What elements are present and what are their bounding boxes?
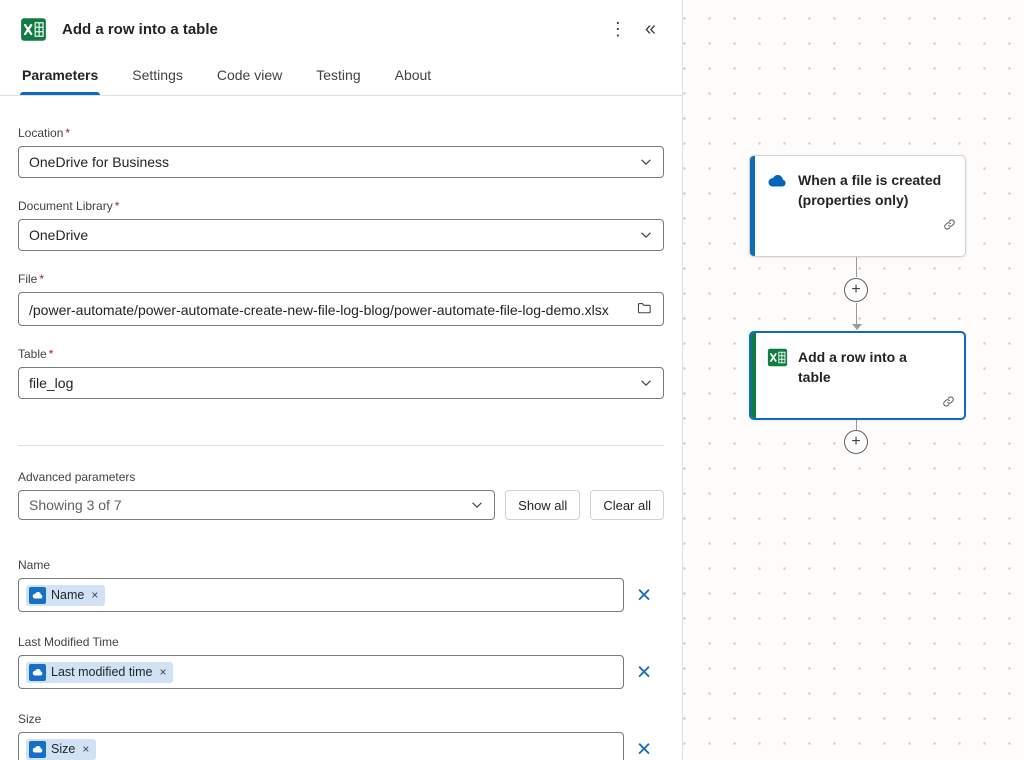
flow-canvas: When a file is created (properties only)…	[683, 0, 1024, 760]
field-file: File * /power-automate/power-automate-cre…	[18, 272, 664, 326]
advanced-parameters-dropdown[interactable]: Showing 3 of 7	[18, 490, 496, 520]
parameters-form: Location * OneDrive for Business Document…	[0, 96, 682, 760]
file-label: File	[18, 272, 38, 286]
action-config-panel: Add a row into a table ⋮ « Parameters Se…	[0, 0, 683, 760]
advanced-parameters-value: Showing 3 of 7	[29, 496, 122, 513]
name-token[interactable]: Name ×	[26, 584, 106, 606]
last-modified-time-input[interactable]: Last modified time ×	[18, 655, 624, 689]
required-mark: *	[65, 126, 71, 140]
tab-parameters[interactable]: Parameters	[20, 59, 101, 95]
remove-name-field-icon[interactable]: ×	[624, 582, 664, 608]
chevron-down-icon	[470, 498, 484, 512]
advanced-parameters-section: Advanced parameters Showing 3 of 7 Show …	[18, 470, 664, 520]
size-input[interactable]: Size ×	[18, 732, 624, 760]
show-all-button[interactable]: Show all	[505, 490, 581, 520]
chevron-down-icon	[639, 155, 653, 169]
action-card-title: Add a row into a table	[798, 349, 907, 386]
insert-step-button[interactable]: +	[844, 278, 868, 302]
dynamic-fields: Name Name × × Last Modified Time Last mo…	[18, 558, 664, 760]
more-options-icon[interactable]: ⋮	[601, 17, 635, 42]
field-last-modified-time: Last Modified Time Last modified time ×	[18, 635, 664, 689]
plus-icon: +	[851, 433, 861, 450]
trigger-accent-bar	[750, 156, 755, 256]
collapse-panel-icon[interactable]: «	[635, 16, 662, 43]
required-mark: *	[114, 199, 120, 213]
link-icon[interactable]	[941, 394, 956, 414]
name-input[interactable]: Name ×	[18, 578, 624, 612]
advanced-parameters-label: Advanced parameters	[18, 470, 136, 484]
trigger-card-title: When a file is created (properties only)	[798, 172, 942, 209]
document-library-label: Document Library	[18, 199, 113, 213]
last-modified-time-label: Last Modified Time	[18, 635, 119, 649]
table-value: file_log	[29, 374, 74, 391]
size-token-label: Size	[51, 742, 76, 756]
name-label: Name	[18, 558, 51, 572]
field-name: Name Name × ×	[18, 558, 664, 612]
tab-code-view[interactable]: Code view	[215, 59, 284, 95]
token-dismiss-icon[interactable]: ×	[91, 588, 98, 602]
tab-settings[interactable]: Settings	[130, 59, 185, 95]
remove-size-field-icon[interactable]: ×	[624, 736, 664, 760]
remove-last-modified-time-field-icon[interactable]: ×	[624, 659, 664, 685]
tab-bar: Parameters Settings Code view Testing Ab…	[0, 53, 682, 96]
document-library-value: OneDrive	[29, 226, 89, 243]
excel-icon	[767, 347, 788, 388]
field-size: Size Size × ×	[18, 712, 664, 760]
required-mark: *	[48, 347, 54, 361]
file-input[interactable]: /power-automate/power-automate-create-ne…	[18, 292, 664, 326]
size-token[interactable]: Size ×	[26, 738, 97, 760]
name-token-label: Name	[51, 588, 85, 602]
panel-title: Add a row into a table	[62, 21, 218, 38]
field-location: Location * OneDrive for Business	[18, 126, 664, 178]
chevron-down-icon	[639, 228, 653, 242]
onedrive-icon	[766, 170, 788, 211]
tab-about[interactable]: About	[393, 59, 434, 95]
tab-testing[interactable]: Testing	[314, 59, 362, 95]
add-step-button[interactable]: +	[844, 430, 868, 454]
required-mark: *	[39, 272, 45, 286]
plus-icon: +	[851, 281, 861, 298]
location-dropdown[interactable]: OneDrive for Business	[18, 146, 664, 178]
onedrive-icon	[29, 586, 46, 604]
clear-all-button[interactable]: Clear all	[590, 490, 664, 520]
folder-picker-icon[interactable]	[636, 300, 653, 317]
panel-header: Add a row into a table ⋮ «	[0, 0, 682, 53]
last-modified-time-token-label: Last modified time	[51, 665, 153, 679]
section-divider	[18, 445, 664, 446]
document-library-dropdown[interactable]: OneDrive	[18, 219, 664, 251]
table-dropdown[interactable]: file_log	[18, 367, 664, 399]
onedrive-icon	[29, 740, 46, 758]
power-automate-editor: Add a row into a table ⋮ « Parameters Se…	[0, 0, 1024, 760]
excel-icon	[20, 16, 47, 43]
location-label: Location	[18, 126, 64, 140]
trigger-card[interactable]: When a file is created (properties only)	[749, 155, 966, 257]
connector-line	[856, 303, 857, 324]
location-value: OneDrive for Business	[29, 153, 170, 170]
action-card[interactable]: Add a row into a table	[749, 331, 966, 420]
connector-line	[856, 420, 857, 430]
chevron-down-icon	[639, 376, 653, 390]
connector-arrow	[852, 324, 862, 330]
link-icon[interactable]	[942, 217, 957, 237]
field-document-library: Document Library * OneDrive	[18, 199, 664, 251]
last-modified-time-token[interactable]: Last modified time ×	[26, 661, 174, 683]
field-table: Table * file_log	[18, 347, 664, 399]
action-accent-bar	[751, 333, 756, 418]
onedrive-icon	[29, 663, 46, 681]
token-dismiss-icon[interactable]: ×	[159, 665, 166, 679]
token-dismiss-icon[interactable]: ×	[82, 742, 89, 756]
file-value: /power-automate/power-automate-create-ne…	[29, 302, 609, 318]
size-label: Size	[18, 712, 42, 726]
table-label: Table	[18, 347, 47, 361]
connector-line	[856, 257, 857, 277]
